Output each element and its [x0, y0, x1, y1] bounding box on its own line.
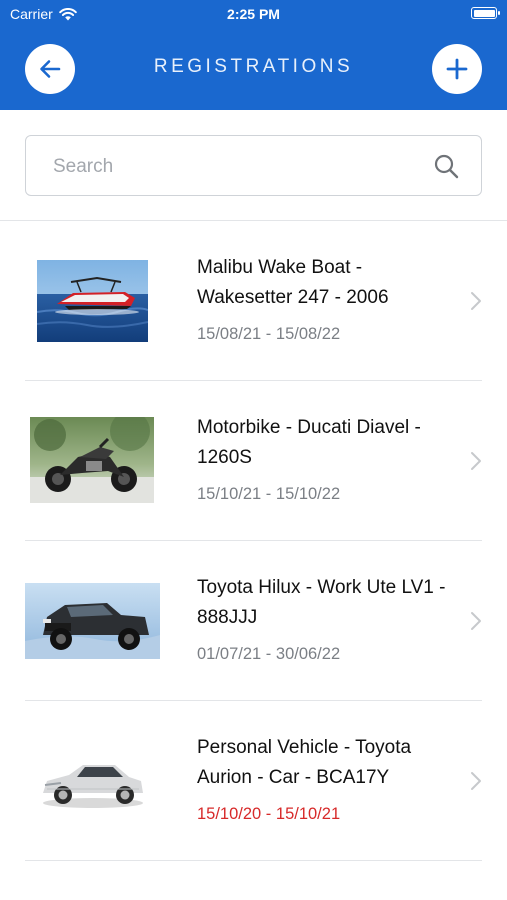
registration-dates: 01/07/21 - 30/06/22	[197, 645, 341, 663]
status-time: 2:25 PM	[227, 6, 280, 22]
motorbike-photo	[30, 417, 154, 503]
registration-title: Personal Vehicle - Toyota Aurion - Car -…	[197, 737, 412, 788]
battery-icon	[471, 7, 500, 19]
app-header: Carrier 2:25 PM REGISTRATIONS	[0, 0, 507, 110]
registration-row-motorbike[interactable]: Motorbike - Ducati Diavel - 1260S 15/10/…	[0, 381, 507, 541]
page-title: REGISTRATIONS	[153, 56, 354, 77]
registration-row-sedan[interactable]: Personal Vehicle - Toyota Aurion - Car -…	[0, 701, 507, 861]
search-bar	[25, 135, 482, 197]
chevron-right-icon	[471, 612, 481, 630]
registration-dates-expired: 15/10/20 - 15/10/21	[197, 805, 341, 823]
registration-title: Malibu Wake Boat - Wakesetter 247 - 2006	[197, 257, 389, 308]
ute-photo	[25, 583, 160, 659]
row-divider	[25, 860, 482, 861]
search-box	[25, 135, 482, 197]
registration-dates: 15/08/21 - 15/08/22	[197, 325, 341, 343]
search-input[interactable]	[51, 136, 435, 197]
chevron-right-icon	[471, 452, 481, 470]
registration-row-wake-boat[interactable]: Malibu Wake Boat - Wakesetter 247 - 2006…	[0, 221, 507, 381]
chevron-right-icon	[471, 772, 481, 790]
registration-title: Toyota Hilux - Work Ute LV1 - 888JJJ	[197, 577, 446, 628]
wake-boat-photo	[37, 260, 148, 342]
registration-list: Malibu Wake Boat - Wakesetter 247 - 2006…	[0, 221, 507, 861]
plus-icon	[446, 58, 468, 80]
add-registration-button[interactable]	[432, 44, 482, 94]
chevron-right-icon	[471, 292, 481, 310]
registration-title: Motorbike - Ducati Diavel - 1260S	[197, 417, 421, 468]
status-bar: Carrier 2:25 PM	[0, 0, 507, 28]
sedan-photo	[37, 749, 148, 813]
registration-dates: 15/10/21 - 15/10/22	[197, 485, 341, 503]
search-icon[interactable]	[433, 153, 459, 179]
registration-row-ute[interactable]: Toyota Hilux - Work Ute LV1 - 888JJJ 01/…	[0, 541, 507, 701]
